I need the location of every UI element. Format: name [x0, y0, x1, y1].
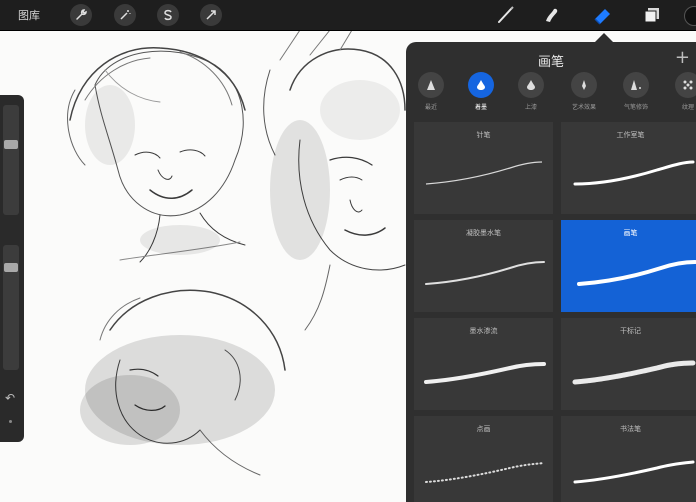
- opacity-thumb[interactable]: [4, 263, 18, 272]
- magic-wand-icon[interactable]: [114, 4, 136, 26]
- art-brush-icon: [571, 72, 597, 98]
- pencil-tip-icon: [418, 72, 444, 98]
- redo-icon[interactable]: [9, 420, 12, 423]
- brush-item[interactable]: 点画: [414, 416, 553, 502]
- smudge-icon[interactable]: [540, 3, 564, 27]
- brush-stroke-preview: [425, 462, 545, 483]
- add-brush-button[interactable]: +: [675, 47, 690, 68]
- airbrush-icon: [623, 72, 649, 98]
- brush-icon[interactable]: [494, 3, 518, 27]
- brush-item[interactable]: 工作室笔: [561, 122, 696, 214]
- paint-drop-icon: [518, 72, 544, 98]
- category-texture[interactable]: 纹理: [666, 70, 696, 111]
- brush-size-thumb[interactable]: [4, 140, 18, 149]
- brush-item-selected[interactable]: 画笔: [561, 220, 696, 312]
- category-painting[interactable]: 上漆: [509, 70, 553, 111]
- texture-icon: [675, 72, 696, 98]
- undo-icon[interactable]: ↶: [5, 391, 15, 405]
- opacity-slider[interactable]: [3, 245, 19, 370]
- brush-stroke-preview: [425, 261, 545, 285]
- brush-size-slider[interactable]: [3, 105, 19, 215]
- brush-stroke-preview: [425, 161, 543, 185]
- color-swatch[interactable]: [684, 6, 696, 26]
- brush-item[interactable]: 墨水渗流: [414, 318, 553, 410]
- brush-library-panel: 画笔 + 最近 着墨 上漆 艺术效果 气笔修饰 纹理 针笔 工作室笔 凝胶墨水笔…: [406, 42, 696, 502]
- eraser-icon[interactable]: [591, 3, 615, 27]
- category-recent[interactable]: 最近: [409, 70, 453, 111]
- brush-category-bar: 最近 着墨 上漆 艺术效果 气笔修饰 纹理: [406, 70, 696, 122]
- brush-stroke-preview: [573, 160, 695, 186]
- left-sidebar: ↶: [0, 95, 24, 442]
- brush-stroke-preview: [573, 460, 695, 484]
- category-airbrush[interactable]: 气笔修饰: [614, 70, 658, 111]
- panel-title: 画笔: [537, 55, 564, 70]
- transform-arrow-icon[interactable]: [200, 4, 222, 26]
- selection-s-icon[interactable]: [157, 4, 179, 26]
- ink-drop-icon: [468, 72, 494, 98]
- layers-icon[interactable]: [640, 3, 664, 27]
- brush-stroke-preview: [572, 360, 696, 385]
- brush-item[interactable]: 干标记: [561, 318, 696, 410]
- brush-stroke-preview: [577, 260, 696, 286]
- panel-caret: [595, 33, 613, 42]
- brush-item[interactable]: 书法笔: [561, 416, 696, 502]
- brush-item[interactable]: 凝胶墨水笔: [414, 220, 553, 312]
- wrench-icon[interactable]: [70, 4, 92, 26]
- gallery-button[interactable]: 图库: [18, 7, 40, 23]
- category-artistic[interactable]: 艺术效果: [562, 70, 606, 111]
- brush-grid: 针笔 工作室笔 凝胶墨水笔 画笔 墨水渗流 干标记 点画 书法笔: [414, 122, 696, 502]
- category-inking[interactable]: 着墨: [459, 70, 503, 111]
- brush-stroke-preview: [424, 362, 546, 384]
- brush-item[interactable]: 针笔: [414, 122, 553, 214]
- top-toolbar: 图库: [0, 0, 696, 31]
